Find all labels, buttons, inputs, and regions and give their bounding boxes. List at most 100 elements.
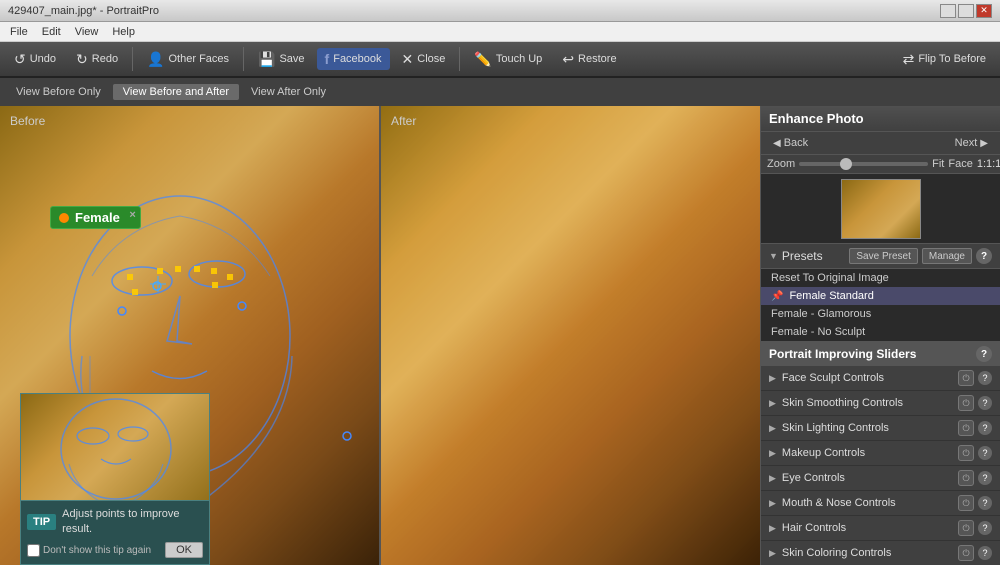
tip-header: TIP Adjust points to improve result. [27, 507, 203, 536]
divider-2 [243, 47, 244, 71]
minimize-button[interactable]: ─ [940, 4, 956, 18]
manage-presets-button[interactable]: Manage [922, 248, 972, 264]
tip-ok-button[interactable]: OK [165, 542, 203, 558]
slider-controls: ⏻ ? [958, 370, 992, 386]
thumbnail-face [21, 394, 210, 514]
slider-row[interactable]: ▶ Makeup Controls ⏻ ? [761, 441, 1000, 466]
restore-button[interactable]: ↩ Restore [554, 48, 624, 71]
slider-help-button[interactable]: ? [978, 371, 992, 385]
main-content: Before [0, 106, 1000, 565]
menu-view[interactable]: View [69, 25, 105, 39]
slider-power-button[interactable]: ⏻ [958, 495, 974, 511]
back-button[interactable]: ◀ Back [767, 135, 814, 151]
view-toggle-bar: View Before Only View Before and After V… [0, 78, 1000, 106]
slider-help-button[interactable]: ? [978, 421, 992, 435]
slider-row[interactable]: ▶ Skin Smoothing Controls ⏻ ? [761, 391, 1000, 416]
view-before-only-button[interactable]: View Before Only [6, 84, 111, 100]
slider-power-button[interactable]: ⏻ [958, 420, 974, 436]
menu-help[interactable]: Help [106, 25, 141, 39]
tip-badge: TIP [27, 514, 56, 530]
slider-row[interactable]: ▶ Face Sculpt Controls ⏻ ? [761, 366, 1000, 391]
facebook-button[interactable]: f Facebook [317, 48, 390, 70]
other-faces-button[interactable]: 👤 Other Faces [139, 48, 237, 71]
slider-controls: ⏻ ? [958, 420, 992, 436]
slider-expand-icon: ▶ [769, 473, 776, 484]
slider-row[interactable]: ▶ Mouth & Nose Controls ⏻ ? [761, 491, 1000, 516]
slider-expand-icon: ▶ [769, 498, 776, 509]
zoom-fit-button[interactable]: Fit [932, 158, 944, 170]
slider-expand-icon: ▶ [769, 398, 776, 409]
slider-power-button[interactable]: ⏻ [958, 445, 974, 461]
presets-help-button[interactable]: ? [976, 248, 992, 264]
toolbar: ↺ Undo ↻ Redo 👤 Other Faces 💾 Save f Fac… [0, 42, 1000, 78]
slider-help-button[interactable]: ? [978, 521, 992, 535]
close-button[interactable]: ✕ Close [394, 48, 454, 71]
menu-edit[interactable]: Edit [36, 25, 67, 39]
slider-power-button[interactable]: ⏻ [958, 545, 974, 561]
undo-button[interactable]: ↺ Undo [6, 48, 64, 71]
thumbnail-panel [20, 393, 210, 515]
slider-row[interactable]: ▶ Skin Lighting Controls ⏻ ? [761, 416, 1000, 441]
slider-row[interactable]: ▶ Skin Coloring Controls ⏻ ? [761, 541, 1000, 565]
slider-help-button[interactable]: ? [978, 446, 992, 460]
preset-item[interactable]: Female - Glamorous [761, 305, 1000, 323]
maximize-button[interactable]: □ [958, 4, 974, 18]
preset-label: Female - Glamorous [771, 308, 871, 320]
presets-header: ▼ Presets Save Preset Manage ? [761, 244, 1000, 269]
after-label: After [391, 114, 416, 128]
touch-up-button[interactable]: ✏️ Touch Up [466, 48, 550, 71]
window-title: 429407_main.jpg* - PortraitPro [8, 5, 159, 17]
image-area: Before [0, 106, 760, 565]
slider-help-button[interactable]: ? [978, 396, 992, 410]
thumbnail-lines [21, 394, 210, 514]
slider-help-button[interactable]: ? [978, 496, 992, 510]
zoom-value: 1:1:1 [977, 158, 1000, 170]
tip-checkbox-label[interactable]: Don't show this tip again [27, 544, 151, 557]
zoom-face-button[interactable]: Face [948, 158, 972, 170]
save-icon: 💾 [258, 51, 275, 68]
close-icon: ✕ [402, 51, 414, 68]
female-label-close[interactable]: × [129, 209, 135, 221]
preset-label: Reset To Original Image [771, 272, 889, 284]
slider-power-button[interactable]: ⏻ [958, 520, 974, 536]
sliders-scroll[interactable]: ▶ Face Sculpt Controls ⏻ ? ▶ Skin Smooth… [761, 366, 1000, 565]
label-marker [59, 213, 69, 223]
slider-label: Hair Controls [782, 522, 958, 534]
before-panel: Before [0, 106, 381, 565]
slider-expand-icon: ▶ [769, 523, 776, 534]
enhance-header: Enhance Photo [761, 106, 1000, 132]
view-before-after-button[interactable]: View Before and After [113, 84, 239, 100]
after-image [381, 106, 760, 565]
zoom-row: Zoom Fit Face 1:1:1 [761, 155, 1000, 174]
slider-help-button[interactable]: ? [978, 546, 992, 560]
after-panel: After [381, 106, 760, 565]
slider-power-button[interactable]: ⏻ [958, 470, 974, 486]
slider-help-button[interactable]: ? [978, 471, 992, 485]
slider-row[interactable]: ▶ Eye Controls ⏻ ? [761, 466, 1000, 491]
slider-expand-icon: ▶ [769, 373, 776, 384]
tip-checkbox[interactable] [27, 544, 40, 557]
other-faces-icon: 👤 [147, 51, 164, 68]
flip-to-before-button[interactable]: ⇄ Flip To Before [895, 48, 994, 71]
preset-item[interactable]: 📌Female Standard [761, 287, 1000, 305]
slider-row[interactable]: ▶ Hair Controls ⏻ ? [761, 516, 1000, 541]
save-preset-button[interactable]: Save Preset [849, 248, 917, 264]
right-panel: Enhance Photo ◀ Back Next ▶ Zoom Fit Fac… [760, 106, 1000, 565]
save-button[interactable]: 💾 Save [250, 48, 313, 71]
titlebar: 429407_main.jpg* - PortraitPro ─ □ ✕ [0, 0, 1000, 22]
menu-file[interactable]: File [4, 25, 34, 39]
preset-item[interactable]: Female - No Sculpt [761, 323, 1000, 341]
slider-power-button[interactable]: ⏻ [958, 395, 974, 411]
slider-controls: ⏻ ? [958, 520, 992, 536]
tip-box: TIP Adjust points to improve result. Don… [20, 500, 210, 565]
female-label-text: Female [75, 210, 120, 225]
zoom-slider[interactable] [799, 162, 928, 166]
view-after-only-button[interactable]: View After Only [241, 84, 336, 100]
redo-button[interactable]: ↻ Redo [68, 48, 126, 71]
sliders-help-button[interactable]: ? [976, 346, 992, 362]
preset-item[interactable]: Reset To Original Image [761, 269, 1000, 287]
next-button[interactable]: Next ▶ [949, 135, 994, 151]
slider-power-button[interactable]: ⏻ [958, 370, 974, 386]
divider-1 [132, 47, 133, 71]
close-window-button[interactable]: ✕ [976, 4, 992, 18]
